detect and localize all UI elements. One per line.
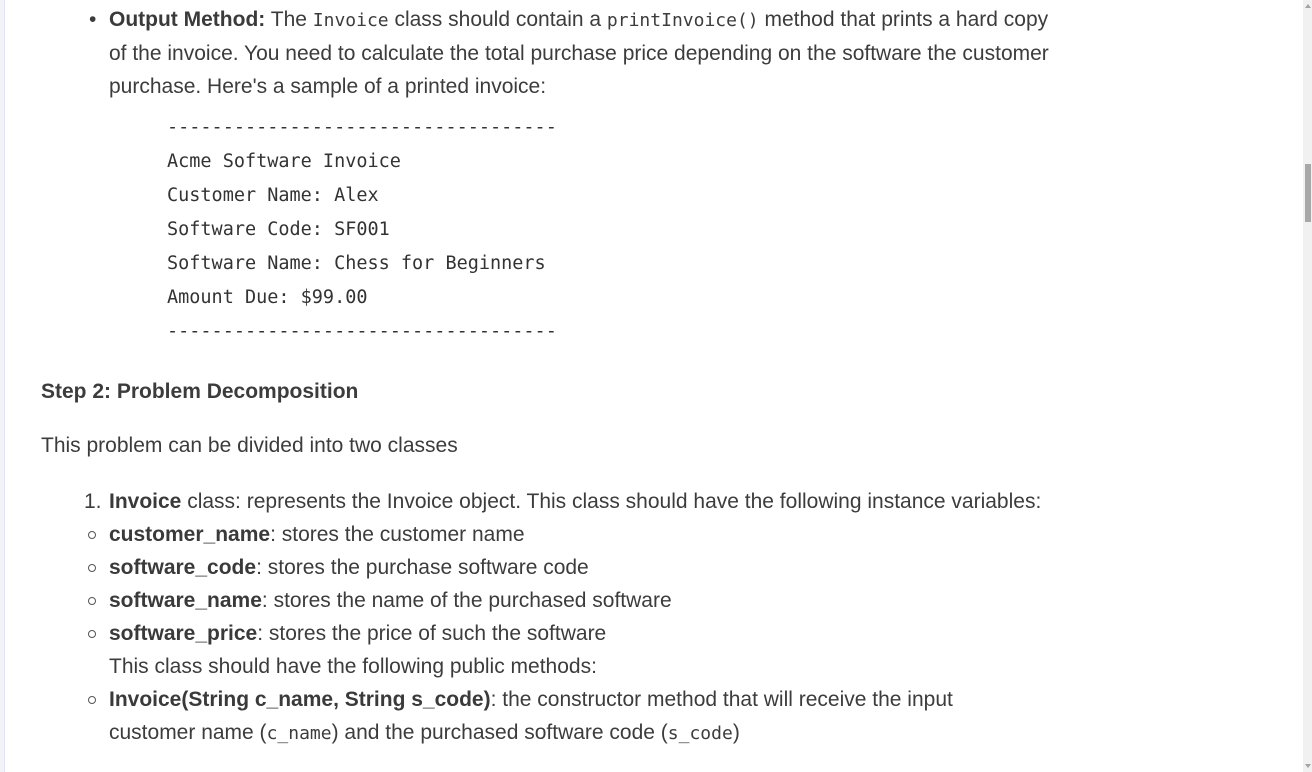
instance-variables-list: customer_name: stores the customer name … [41,518,1049,650]
circle-bullet-icon [88,597,96,605]
output-method-item: • Output Method: The Invoice class shoul… [41,0,1069,103]
method-signature: Invoice(String c_name, String s_code) [109,688,491,711]
variable-item: software_name: stores the name of the pu… [41,584,1049,617]
text: The [265,8,313,31]
variable-description: : stores the price of such the software [257,622,607,645]
invoice-class-code: Invoice [312,10,389,31]
methods-list: Invoice(String c_name, String s_code): t… [41,683,1041,750]
invoice-line-amount: Amount Due: $99.00 [167,287,368,308]
methods-intro: This class should have the following pub… [109,655,597,678]
output-method-label: Output Method: [109,8,266,31]
invoice-sample: ----------------------------------- Acme … [167,111,1271,349]
bullet-icon: • [89,8,97,31]
step2-heading: Step 2: Problem Decomposition [41,380,359,403]
variable-item: customer_name: stores the customer name [41,518,1049,551]
class-item-invoice: 1. Invoice class: represents the Invoice… [41,485,1049,750]
variable-name: software_code [109,556,257,579]
scrollbar-thumb[interactable] [1305,164,1311,222]
vertical-scrollbar[interactable] [1303,0,1312,772]
text: ) and the purchased software code ( [331,721,668,744]
variable-name: software_price [109,622,258,645]
document-content: • Output Method: The Invoice class shoul… [41,0,1271,750]
circle-bullet-icon [88,630,96,638]
variable-name: customer_name [109,523,271,546]
classes-list: 1. Invoice class: represents the Invoice… [41,462,1271,750]
variable-item: software_price: stores the price of such… [41,617,1049,650]
left-border [0,0,5,772]
invoice-line-customer: Customer Name: Alex [167,185,379,206]
variable-description: : stores the purchase software code [256,556,589,579]
print-invoice-code: printInvoice() [606,10,759,31]
c-name-code: c_name [266,723,332,744]
variable-item: software_code: stores the purchase softw… [41,551,1049,584]
s-code-code: s_code [667,723,733,744]
method-item: Invoice(String c_name, String s_code): t… [41,683,1041,750]
requirements-list: • Output Method: The Invoice class shoul… [41,0,1271,103]
invoice-line-title: Acme Software Invoice [167,151,401,172]
scroll-down-arrow-icon[interactable] [1305,764,1311,768]
invoice-line-code: Software Code: SF001 [167,219,390,240]
scroll-up-arrow-icon[interactable] [1305,4,1311,8]
text: class should contain a [388,8,607,31]
variable-description: : stores the name of the purchased softw… [261,589,672,612]
circle-bullet-icon [88,564,96,572]
text: ) [732,721,740,744]
circle-bullet-icon [88,531,96,539]
separator-bottom: ----------------------------------- [167,321,557,342]
separator-top: ----------------------------------- [167,117,557,138]
list-number: 1. [84,490,102,513]
variable-name: software_name [109,589,262,612]
invoice-line-software: Software Name: Chess for Beginners [167,253,546,274]
circle-bullet-icon [88,696,96,704]
class-description: class: represents the Invoice object. Th… [181,490,1042,513]
class-name: Invoice [109,490,182,513]
variable-description: : stores the customer name [270,523,525,546]
step2-intro: This problem can be divided into two cla… [41,434,458,457]
